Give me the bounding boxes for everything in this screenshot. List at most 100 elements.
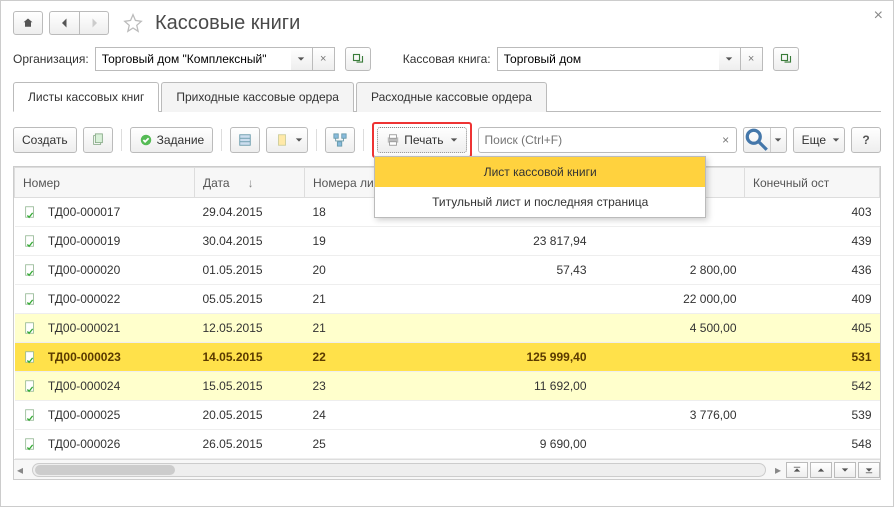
- search-dropdown[interactable]: [770, 128, 786, 152]
- cell-sheet: 23: [305, 372, 415, 401]
- cell-sheet: 19: [305, 227, 415, 256]
- help-button[interactable]: ?: [851, 127, 881, 153]
- cell-v1: 57,43: [415, 256, 595, 285]
- document-icon: [23, 437, 37, 451]
- print-menu-sheet[interactable]: Лист кассовой книги: [375, 157, 705, 187]
- table-row[interactable]: ТД00-00002112.05.2015214 500,00405: [15, 314, 880, 343]
- search-input[interactable]: [479, 133, 716, 147]
- col-end[interactable]: Конечный ост: [745, 168, 880, 198]
- cell-sheet: 25: [305, 430, 415, 459]
- print-menu-title-page[interactable]: Титульный лист и последняя страница: [375, 187, 705, 217]
- search-clear-icon[interactable]: ×: [716, 133, 736, 147]
- org-input[interactable]: [95, 47, 291, 71]
- cell-number: ТД00-000022: [15, 285, 195, 314]
- go-down-button[interactable]: [834, 462, 856, 478]
- print-menu: Лист кассовой книги Титульный лист и пос…: [374, 156, 706, 218]
- list-button[interactable]: [230, 127, 260, 153]
- col-date[interactable]: Дата↓: [195, 168, 305, 198]
- forward-button[interactable]: [79, 11, 109, 35]
- table-row[interactable]: ТД00-00002415.05.20152311 692,00542: [15, 372, 880, 401]
- copy-button[interactable]: [83, 127, 113, 153]
- cell-v2: 22 000,00: [595, 285, 745, 314]
- cell-end: 405: [745, 314, 880, 343]
- cell-date: 12.05.2015: [195, 314, 305, 343]
- tab-outcome[interactable]: Расходные кассовые ордера: [356, 82, 547, 112]
- document-icon: [23, 292, 37, 306]
- table-row[interactable]: ТД00-00001930.04.20151923 817,94439: [15, 227, 880, 256]
- create-label: Создать: [22, 133, 68, 147]
- task-button[interactable]: Задание: [130, 127, 214, 153]
- search-box[interactable]: ×: [478, 127, 737, 153]
- cell-end: 542: [745, 372, 880, 401]
- cell-v2: [595, 343, 745, 372]
- dropdown-icon[interactable]: [719, 47, 741, 71]
- col-number[interactable]: Номер: [15, 168, 195, 198]
- cell-number: ТД00-000019: [15, 227, 195, 256]
- cell-end: 539: [745, 401, 880, 430]
- cell-sheet: 24: [305, 401, 415, 430]
- favorite-star-icon[interactable]: [121, 11, 145, 35]
- cell-v2: [595, 227, 745, 256]
- go-bottom-button[interactable]: [858, 462, 880, 478]
- table-row[interactable]: ТД00-00002626.05.2015259 690,00548: [15, 430, 880, 459]
- go-up-button[interactable]: [810, 462, 832, 478]
- cell-number: ТД00-000025: [15, 401, 195, 430]
- chevron-down-icon: [450, 136, 458, 144]
- cell-v1: 23 817,94: [415, 227, 595, 256]
- more-button[interactable]: Еще: [793, 127, 845, 153]
- docs-dropdown-button[interactable]: [266, 127, 308, 153]
- cell-date: 05.05.2015: [195, 285, 305, 314]
- go-top-button[interactable]: [786, 462, 808, 478]
- cell-v1: [415, 401, 595, 430]
- org-open-button[interactable]: [345, 47, 371, 71]
- create-button[interactable]: Создать: [13, 127, 77, 153]
- back-button[interactable]: [49, 11, 79, 35]
- book-input[interactable]: [497, 47, 719, 71]
- clear-icon[interactable]: ×: [313, 47, 335, 71]
- cell-v1: [415, 314, 595, 343]
- cell-date: 30.04.2015: [195, 227, 305, 256]
- print-button[interactable]: Печать: [377, 127, 466, 153]
- table-row[interactable]: ТД00-00002314.05.201522125 999,40531: [15, 343, 880, 372]
- cell-number: ТД00-000017: [15, 198, 195, 227]
- document-icon: [23, 263, 37, 277]
- relations-button[interactable]: [325, 127, 355, 153]
- cell-date: 20.05.2015: [195, 401, 305, 430]
- org-combo[interactable]: ×: [95, 47, 335, 71]
- table-row[interactable]: ТД00-00002205.05.20152122 000,00409: [15, 285, 880, 314]
- print-highlight: Печать Лист кассовой книги Титульный лис…: [372, 122, 471, 158]
- cell-date: 26.05.2015: [195, 430, 305, 459]
- book-combo[interactable]: ×: [497, 47, 763, 71]
- document-icon: [23, 205, 37, 219]
- close-icon[interactable]: ×: [874, 7, 883, 25]
- clear-icon[interactable]: ×: [741, 47, 763, 71]
- search-icon: [744, 127, 770, 153]
- tab-income[interactable]: Приходные кассовые ордера: [161, 82, 354, 112]
- more-label: Еще: [802, 133, 826, 147]
- cell-sheet: 22: [305, 343, 415, 372]
- printer-icon: [386, 133, 400, 147]
- home-button[interactable]: [13, 11, 43, 35]
- search-button[interactable]: [744, 128, 770, 152]
- cell-end: 548: [745, 430, 880, 459]
- cell-date: 14.05.2015: [195, 343, 305, 372]
- dropdown-icon[interactable]: [291, 47, 313, 71]
- document-icon: [23, 350, 37, 364]
- h-scrollbar[interactable]: [32, 463, 766, 477]
- table-row[interactable]: ТД00-00002001.05.20152057,432 800,00436: [15, 256, 880, 285]
- task-label: Задание: [157, 133, 205, 147]
- table-row[interactable]: ТД00-00002520.05.2015243 776,00539: [15, 401, 880, 430]
- tabs: Листы кассовых книг Приходные кассовые о…: [13, 81, 881, 112]
- cell-v1: 9 690,00: [415, 430, 595, 459]
- scroll-left-icon[interactable]: ◂: [14, 463, 26, 477]
- scroll-right-icon[interactable]: ▸: [772, 463, 784, 477]
- cell-v2: [595, 430, 745, 459]
- org-label: Организация:: [13, 52, 89, 66]
- cell-number: ТД00-000024: [15, 372, 195, 401]
- table-footer: ◂ ▸: [14, 459, 880, 479]
- book-open-button[interactable]: [773, 47, 799, 71]
- scroll-thumb[interactable]: [35, 465, 175, 475]
- cell-number: ТД00-000023: [15, 343, 195, 372]
- cell-number: ТД00-000021: [15, 314, 195, 343]
- tab-sheets[interactable]: Листы кассовых книг: [13, 82, 159, 112]
